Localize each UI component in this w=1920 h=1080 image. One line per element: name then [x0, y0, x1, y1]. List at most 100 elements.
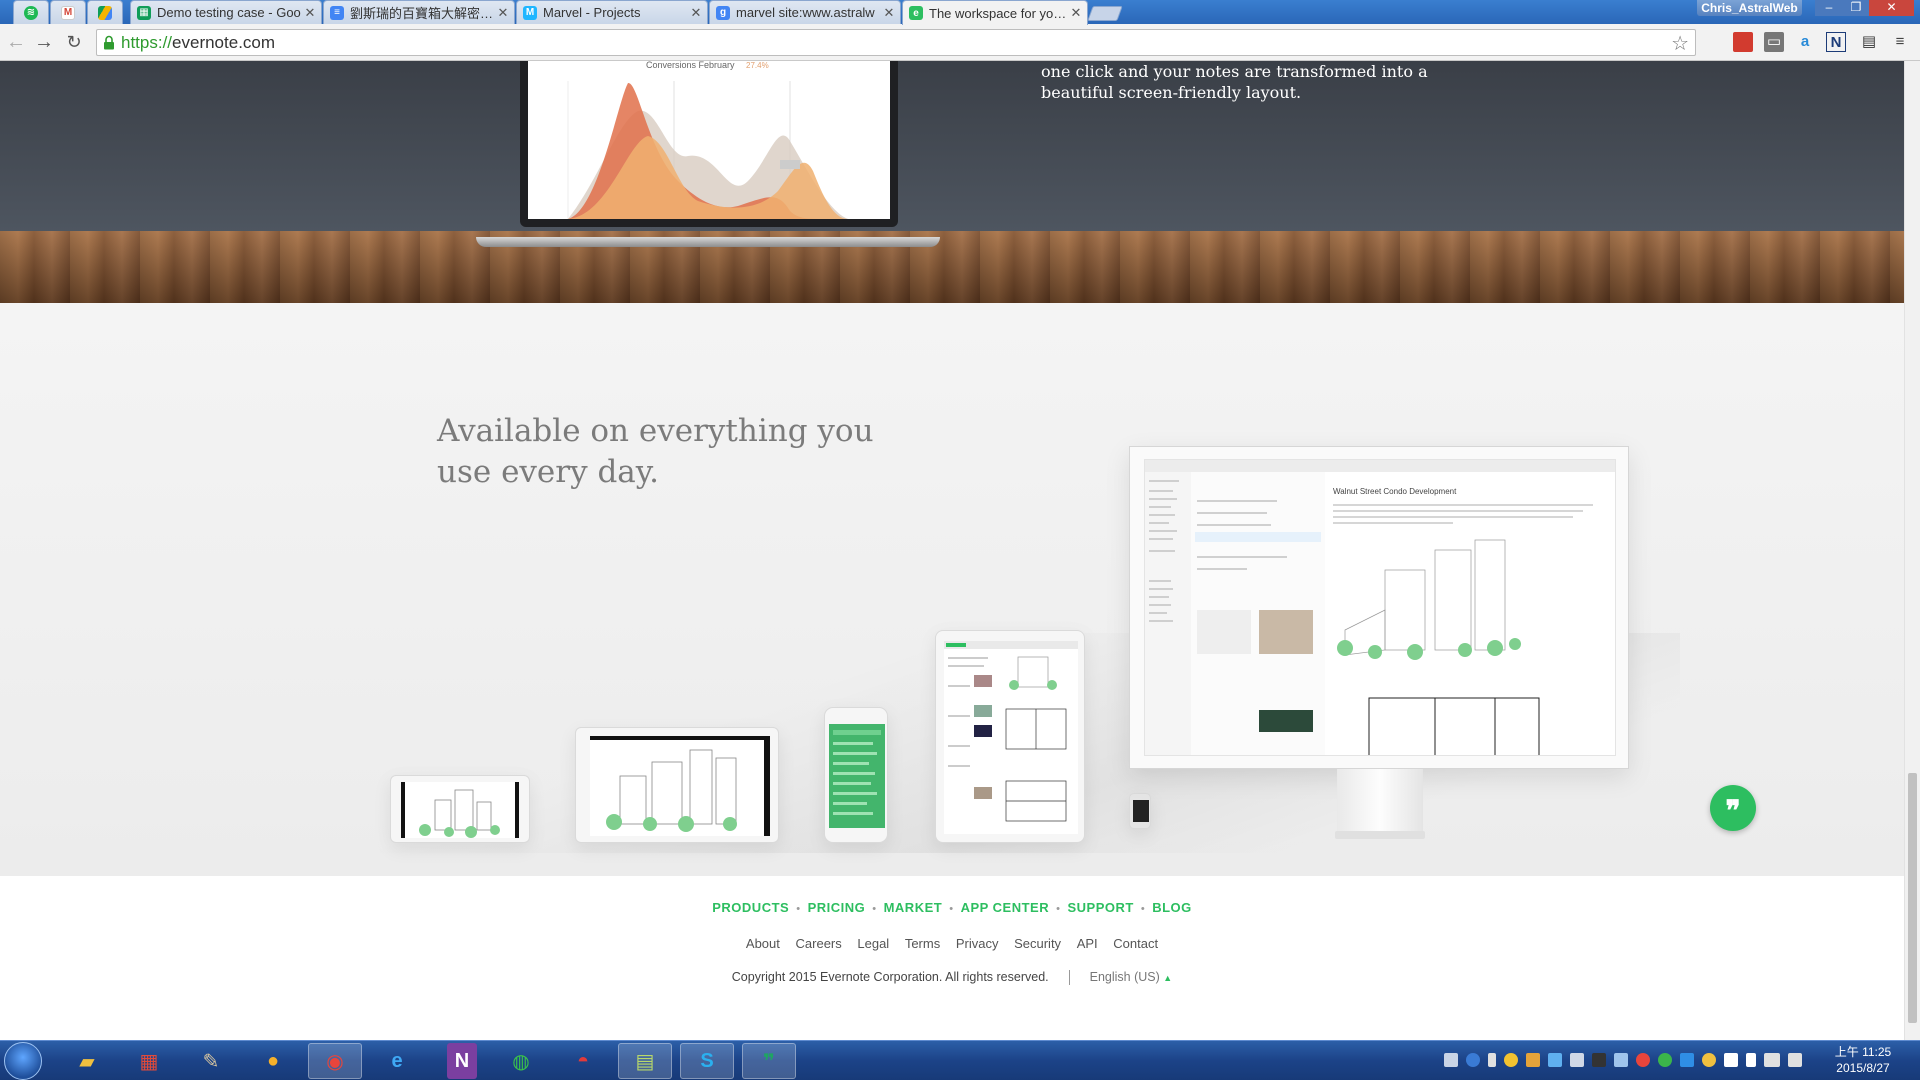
screen-capture-icon[interactable]: ▭	[1764, 32, 1784, 52]
tray-app-icon[interactable]	[1592, 1053, 1606, 1067]
tray-app-icon[interactable]	[1680, 1053, 1694, 1067]
url-host: evernote.com	[172, 33, 276, 52]
footer-link-contact[interactable]: Contact	[1113, 936, 1158, 951]
forward-arrow-icon[interactable]: →	[32, 30, 56, 54]
amazon-assistant-icon[interactable]: a	[1795, 32, 1815, 52]
tray-app-icon[interactable]	[1504, 1053, 1518, 1067]
footer-link-about[interactable]: About	[746, 936, 780, 951]
hangouts-icon[interactable]: ❞	[742, 1043, 796, 1079]
onenote-icon[interactable]: N	[447, 1043, 477, 1079]
footer-nav-pricing[interactable]: PRICING	[808, 900, 866, 915]
tray-app-icon[interactable]	[1614, 1053, 1628, 1067]
close-icon[interactable]: ✕	[1069, 5, 1083, 21]
minimize-icon[interactable]: –	[1815, 0, 1843, 16]
language-selector[interactable]: English (US) ▲	[1090, 970, 1173, 984]
keyboard-icon[interactable]	[1444, 1053, 1458, 1067]
caret-up-icon: ▲	[1163, 973, 1173, 983]
url-scheme: https://	[121, 33, 173, 52]
volume-icon[interactable]	[1570, 1053, 1584, 1067]
hero-section: Conversions February 27.4% one click and…	[0, 61, 1904, 303]
footer-link-api[interactable]: API	[1077, 936, 1098, 951]
tab-evernote[interactable]: e The workspace for your l ✕	[902, 0, 1088, 25]
tray-app-icon[interactable]	[1658, 1053, 1672, 1067]
google-search-icon: g	[716, 5, 730, 20]
skype-icon[interactable]: S	[680, 1043, 734, 1079]
chevron-down-icon[interactable]	[1488, 1053, 1496, 1067]
tab-gmail[interactable]: M	[50, 0, 86, 24]
new-tab-button[interactable]	[1087, 6, 1123, 21]
bookmark-star-icon[interactable]: ☆	[1671, 31, 1689, 56]
line-icon[interactable]: ◍	[494, 1043, 548, 1079]
chrome-icon[interactable]: ◉	[308, 1043, 362, 1079]
tab-marvel-search[interactable]: g marvel site:www.astralw ✕	[709, 0, 901, 24]
tab-title: marvel site:www.astralw	[736, 5, 875, 20]
profile-button[interactable]: Chris_AstralWeb	[1697, 0, 1802, 16]
windows-taskbar: ▰ ▦ ✎ ● ◉ e N ◍ ◓ ▤ S ❞ 上午 11:25 2015/8/…	[0, 1040, 1920, 1080]
start-button[interactable]	[4, 1042, 42, 1080]
tab-spotify[interactable]: ≋	[13, 0, 49, 24]
separator-dot: •	[872, 903, 877, 915]
windows-icon[interactable]	[1724, 1053, 1738, 1067]
footer-link-security[interactable]: Security	[1014, 936, 1061, 951]
footer-nav-support[interactable]: SUPPORT	[1067, 900, 1133, 915]
close-icon[interactable]: ✕	[689, 5, 703, 21]
scrollbar-thumb[interactable]	[1908, 773, 1917, 1023]
footer-nav-products[interactable]: PRODUCTS	[712, 900, 789, 915]
internet-explorer-icon[interactable]: e	[370, 1043, 424, 1079]
tray-app-icon[interactable]	[1702, 1053, 1716, 1067]
chart-value: 27.4%	[746, 61, 769, 70]
url-text: https://evernote.com	[121, 33, 275, 53]
tab-demo-testing-case[interactable]: ▦ Demo testing case - Goo ✕	[130, 0, 322, 24]
tab-marvel-projects[interactable]: M Marvel - Projects ✕	[516, 0, 708, 24]
color-picker-icon[interactable]: ●	[246, 1043, 300, 1079]
footer-link-careers[interactable]: Careers	[796, 936, 842, 951]
network-signal-icon[interactable]	[1788, 1053, 1802, 1067]
monitor-icon[interactable]	[1764, 1053, 1780, 1067]
window-close-icon[interactable]: ✕	[1869, 0, 1914, 16]
tray-app-icon[interactable]	[1526, 1053, 1540, 1067]
footer-link-legal[interactable]: Legal	[857, 936, 889, 951]
close-icon[interactable]: ✕	[882, 5, 896, 21]
page-scrollbar[interactable]	[1904, 61, 1920, 1040]
divider	[1068, 970, 1070, 986]
address-bar[interactable]: https://evernote.com ☆	[96, 29, 1696, 56]
reload-icon[interactable]: ↻	[62, 30, 86, 54]
tray-app-icon[interactable]	[1548, 1053, 1562, 1067]
device-desktop-monitor: Walnut Street Condo Development	[1129, 446, 1629, 769]
quote-bubble-button[interactable]: ❞	[1710, 785, 1756, 831]
restore-icon[interactable]: ❐	[1843, 0, 1869, 16]
back-arrow-icon[interactable]: ←	[4, 30, 28, 54]
wood-table-surface	[0, 231, 1904, 303]
device-phone-landscape	[390, 775, 530, 843]
tab-title: Demo testing case - Goo	[157, 5, 301, 20]
paint-icon[interactable]: ✎	[184, 1043, 238, 1079]
separator-dot: •	[949, 903, 954, 915]
system-clock[interactable]: 上午 11:25 2015/8/27	[1818, 1044, 1908, 1076]
chart-title: Conversions February	[646, 61, 735, 70]
close-icon[interactable]: ✕	[303, 5, 317, 21]
apps-grid-icon[interactable]: ▦	[122, 1043, 176, 1079]
notepad-chart-icon[interactable]: ▤	[618, 1043, 672, 1079]
footer-link-terms[interactable]: Terms	[905, 936, 940, 951]
footer-nav-market[interactable]: MARKET	[884, 900, 943, 915]
floorplan-note-image	[944, 641, 1078, 822]
close-icon[interactable]: ✕	[496, 5, 510, 21]
google-drive-icon	[98, 5, 112, 20]
notepad-extension-icon[interactable]: N	[1826, 32, 1846, 52]
clock-time: 上午 11:25	[1834, 1045, 1892, 1059]
footer-nav-app-center[interactable]: APP CENTER	[961, 900, 1050, 915]
reader-extension-icon[interactable]: ▤	[1859, 32, 1879, 52]
explorer-icon[interactable]: ▰	[60, 1043, 114, 1079]
footer-link-privacy[interactable]: Privacy	[956, 936, 999, 951]
tab-treasure-box[interactable]: ≡ 劉斯瑞的百寶箱大解密 - G ✕	[323, 0, 515, 24]
menu-icon[interactable]: ≡	[1890, 32, 1910, 52]
flag-icon[interactable]	[1746, 1053, 1756, 1067]
tab-google-drive[interactable]	[87, 0, 123, 24]
language-label: English (US)	[1089, 970, 1160, 984]
chrome-icon[interactable]	[1636, 1053, 1650, 1067]
help-icon[interactable]	[1466, 1053, 1480, 1067]
bookmark-extension-icon[interactable]	[1733, 32, 1753, 52]
footer-nav-blog[interactable]: BLOG	[1152, 900, 1192, 915]
pokeball-icon[interactable]: ◓	[556, 1043, 610, 1079]
monitor-stand-base	[1335, 831, 1425, 839]
